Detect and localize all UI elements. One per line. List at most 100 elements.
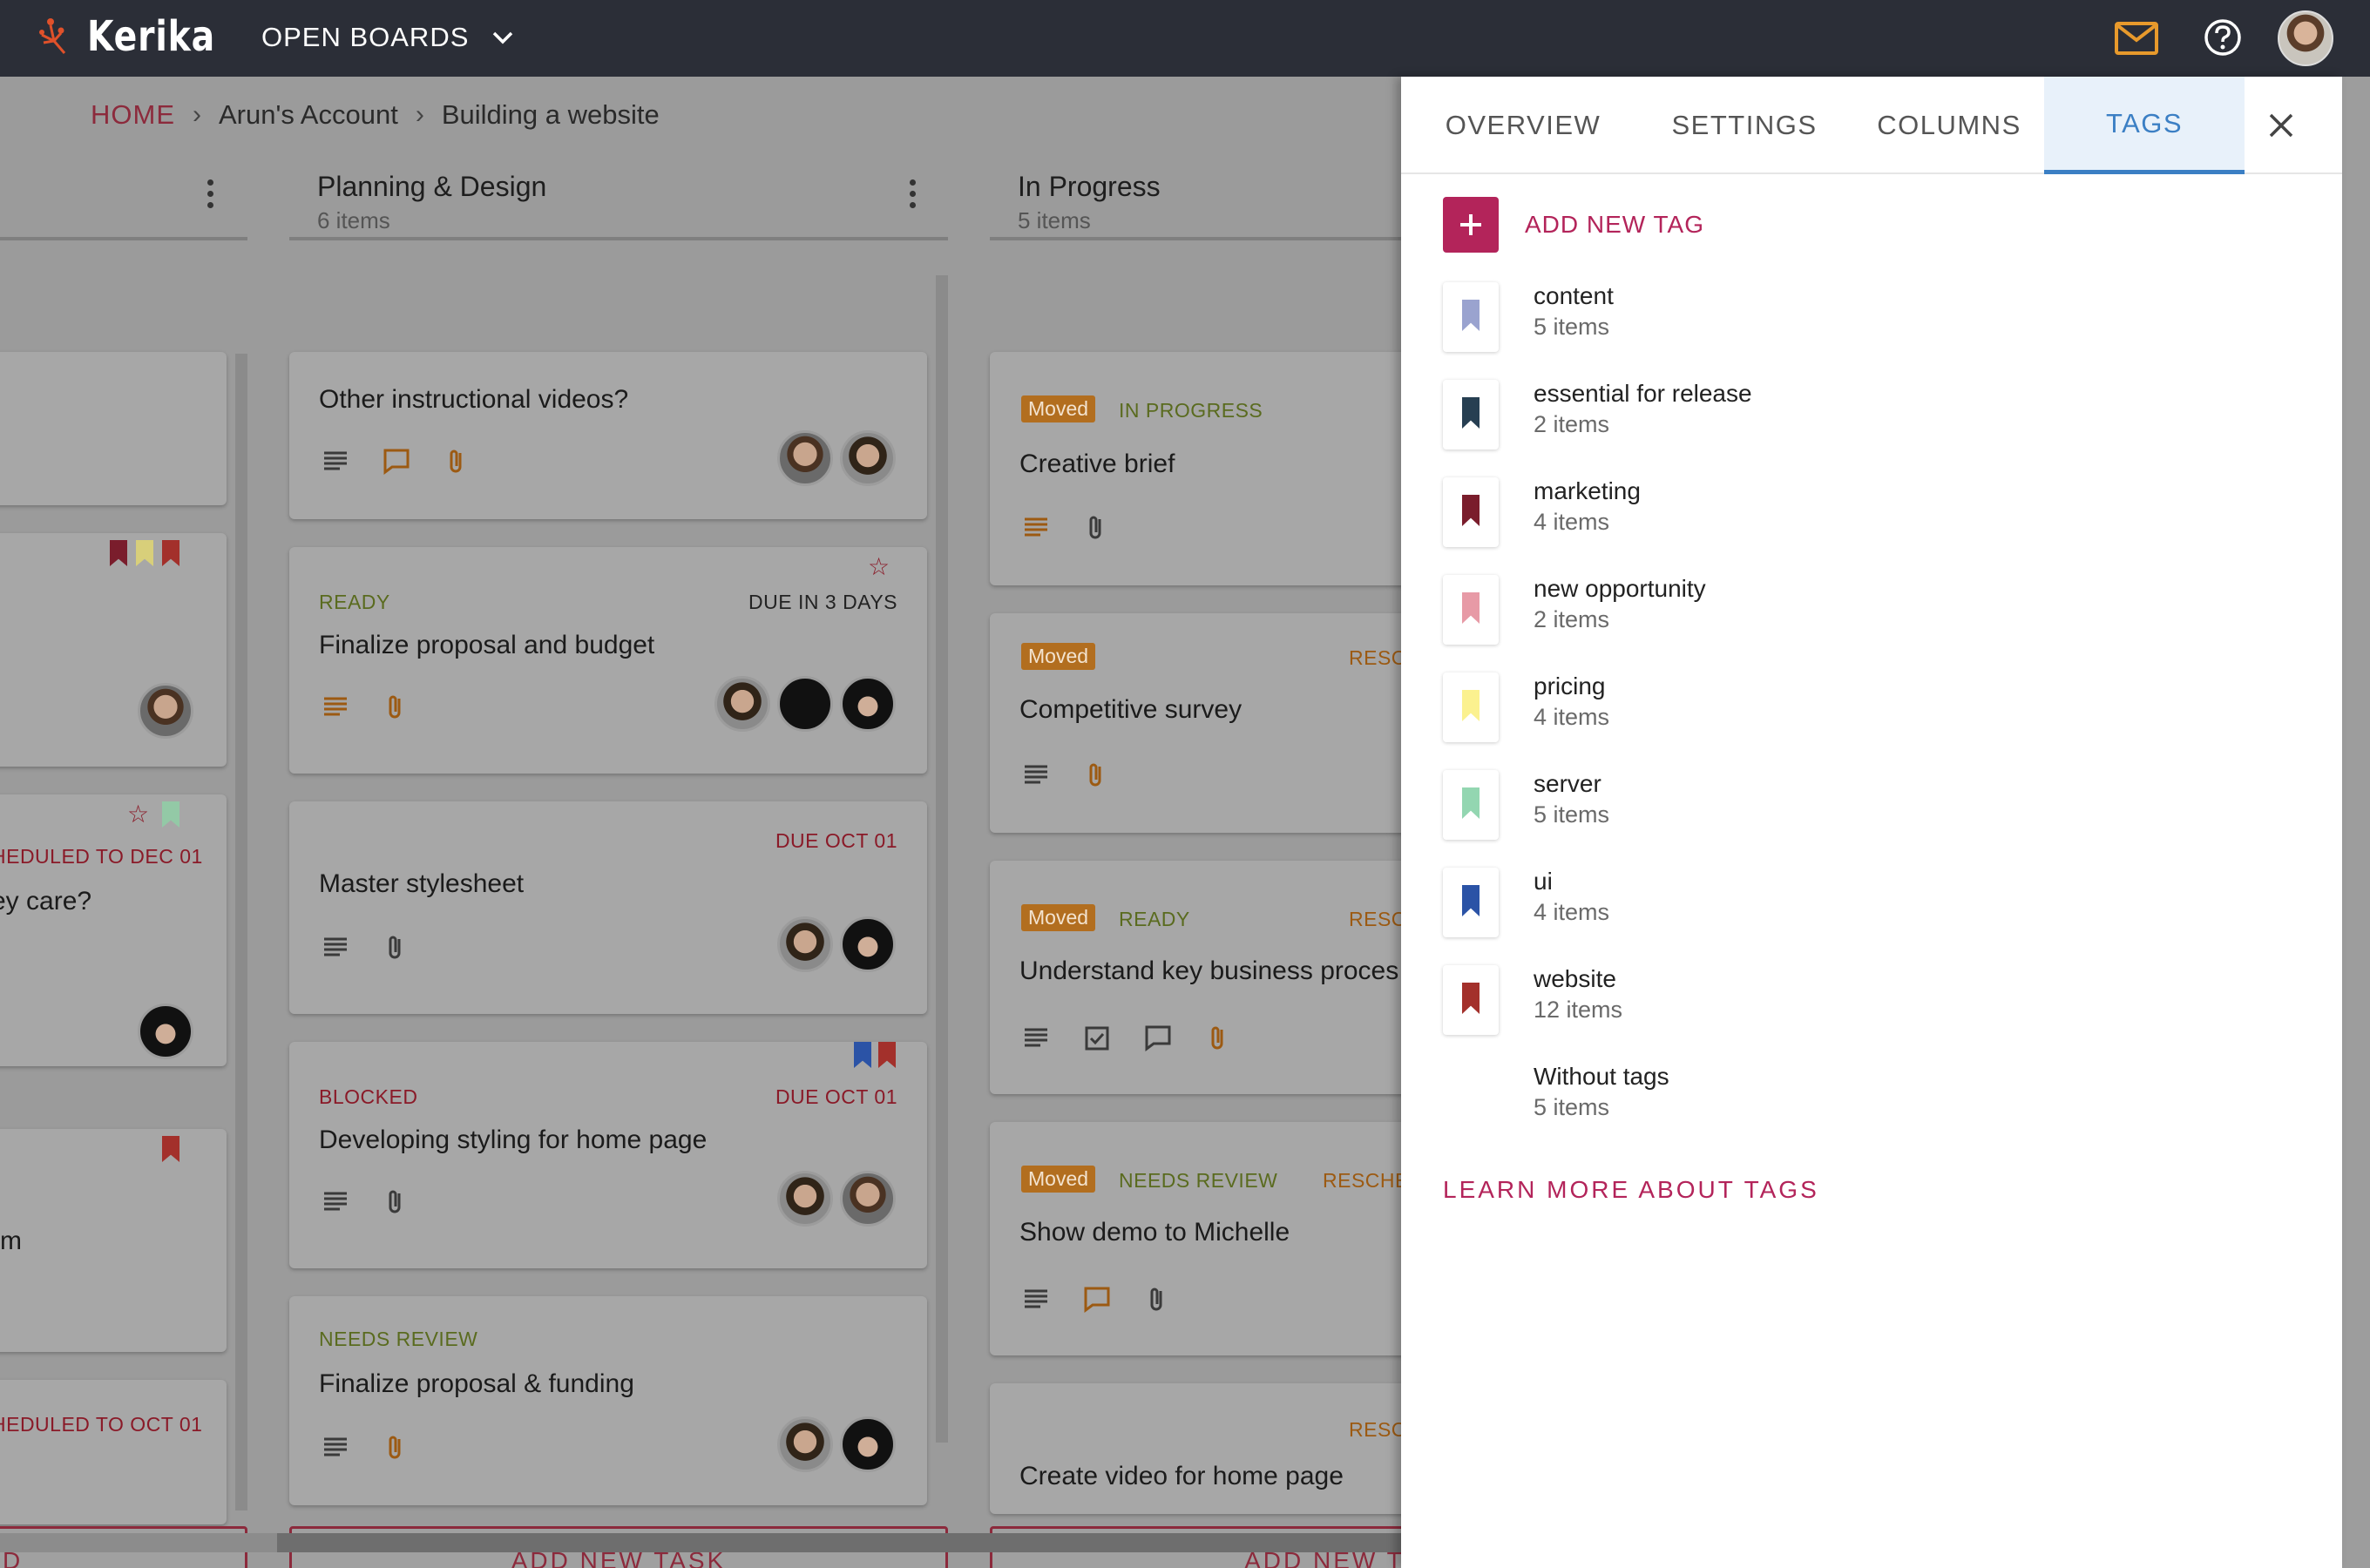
attachment-icon <box>1089 516 1101 539</box>
description-icon <box>324 451 347 470</box>
scrollbar-thumb[interactable] <box>277 1533 1403 1552</box>
breadcrumb-home[interactable]: HOME <box>91 99 175 131</box>
card-title: Other instructional videos? <box>319 385 629 414</box>
card-status: IN PROGRESS <box>1119 399 1263 422</box>
add-new-tag-label: ADD NEW TAG <box>1525 211 1704 238</box>
column-scrollbar[interactable] <box>936 275 948 1443</box>
mail-icon[interactable] <box>2114 21 2159 56</box>
moved-badge: Moved <box>1021 643 1096 670</box>
description-icon <box>324 1437 347 1456</box>
tag-count: 2 items <box>1534 606 1610 632</box>
card-title: Understand key business proces <box>1019 956 1399 985</box>
tab-tags[interactable]: TAGS <box>2044 77 2245 174</box>
task-card[interactable]: rm <box>0 1129 227 1352</box>
attachment-icon <box>389 936 401 959</box>
column-header <box>0 153 247 240</box>
card-reschedule: RESC <box>1349 1418 1406 1441</box>
tab-columns[interactable]: COLUMNS <box>1868 77 2030 174</box>
moved-badge: Moved <box>1021 395 1096 422</box>
card-title: Creative brief <box>1019 449 1175 478</box>
tag-swatch[interactable] <box>1443 477 1499 547</box>
attachment-icon <box>1211 1026 1223 1050</box>
attachment-icon <box>1150 1288 1162 1311</box>
task-card[interactable]: RESC Create video for home page <box>990 1383 1443 1514</box>
description-icon <box>324 1192 347 1211</box>
task-card[interactable]: Moved IN PROGRESS Creative brief <box>990 352 1443 585</box>
tag-row[interactable]: ui 4 items <box>1443 868 2227 946</box>
attachment-icon <box>450 449 462 473</box>
tag-swatch[interactable] <box>1443 380 1499 449</box>
task-card[interactable]: ☆ READY DUE IN 3 DAYS Finalize proposal … <box>289 547 927 774</box>
horizontal-scrollbar[interactable] <box>0 1533 1403 1552</box>
tag-row[interactable]: essential for release 2 items <box>1443 380 2227 458</box>
tag-swatch[interactable] <box>1443 868 1499 937</box>
close-icon[interactable] <box>2264 108 2299 143</box>
task-card[interactable] <box>0 533 227 767</box>
task-card[interactable]: Moved READY RESC Understand key business… <box>990 861 1443 1094</box>
panel-tabs: OVERVIEW SETTINGS COLUMNS TAGS <box>1401 77 2342 174</box>
tag-row[interactable]: marketing 4 items <box>1443 477 2227 556</box>
learn-more-link[interactable]: LEARN MORE ABOUT TAGS <box>1443 1176 1819 1204</box>
task-card[interactable]: ☆ HEDULED TO DEC 01 ey care? <box>0 794 227 1066</box>
tab-settings[interactable]: SETTINGS <box>1671 77 1818 174</box>
assignee-avatar <box>777 676 833 732</box>
help-icon[interactable] <box>2203 17 2243 57</box>
task-card[interactable]: NEEDS REVIEW Finalize proposal & funding <box>289 1296 927 1505</box>
moved-badge: Moved <box>1021 1166 1096 1193</box>
tag-row[interactable]: pricing 4 items <box>1443 672 2227 751</box>
column-title[interactable]: In Progress <box>1018 171 1161 203</box>
open-boards-label: OPEN BOARDS <box>261 22 470 52</box>
task-card[interactable] <box>0 352 227 505</box>
task-card[interactable]: BLOCKED DUE OCT 01 Developing styling fo… <box>289 1042 927 1268</box>
task-card[interactable]: HEDULED TO OCT 01 <box>0 1380 227 1524</box>
task-card[interactable]: Moved NEEDS REVIEW RESCHE Show demo to M… <box>990 1122 1443 1355</box>
star-icon[interactable]: ☆ <box>127 800 149 828</box>
description-icon <box>324 937 347 956</box>
assignee-avatar <box>138 683 193 739</box>
card-status: NEEDS REVIEW <box>1119 1169 1278 1192</box>
tag-row[interactable]: website 12 items <box>1443 965 2227 1044</box>
attachment-icon <box>389 1436 401 1459</box>
assignee-avatar <box>777 1416 833 1472</box>
tag-count: 4 items <box>1534 899 1610 925</box>
assignee-avatar <box>840 676 896 732</box>
tag-row[interactable]: new opportunity 2 items <box>1443 575 2227 653</box>
tag-count: 4 items <box>1534 704 1610 730</box>
column-title[interactable]: Planning & Design <box>317 171 546 203</box>
description-icon <box>1025 1289 1047 1308</box>
column-menu-icon[interactable] <box>910 179 918 213</box>
user-avatar[interactable] <box>2278 10 2333 66</box>
tag-count: 2 items <box>1534 411 1610 437</box>
tag-name: ui <box>1534 868 1553 895</box>
board-settings-panel: OVERVIEW SETTINGS COLUMNS TAGS ADD NEW T… <box>1401 77 2342 1568</box>
column-menu-icon[interactable] <box>207 179 216 213</box>
column-scrollbar[interactable] <box>235 354 247 1511</box>
tag-swatch[interactable] <box>1443 672 1499 742</box>
star-icon[interactable]: ☆ <box>868 552 890 581</box>
tab-overview[interactable]: OVERVIEW <box>1446 77 1600 174</box>
kerika-flower-icon <box>39 18 66 54</box>
plus-icon <box>1443 197 1499 253</box>
add-new-tag-button[interactable]: ADD NEW TAG <box>1443 197 1704 253</box>
task-card[interactable]: DUE OCT 01 Master stylesheet <box>289 801 927 1014</box>
description-icon <box>1025 765 1047 784</box>
attachment-icon <box>389 695 401 719</box>
tag-row[interactable]: content 5 items <box>1443 282 2227 361</box>
tag-swatch[interactable] <box>1443 282 1499 352</box>
breadcrumb-account[interactable]: Arun's Account <box>219 99 398 131</box>
tag-swatch[interactable] <box>1443 770 1499 840</box>
task-card[interactable]: Moved RESC Competitive survey <box>990 613 1443 833</box>
tag-swatch[interactable] <box>1443 575 1499 645</box>
kerika-logo[interactable]: Kerika <box>35 12 243 61</box>
tag-row[interactable]: Without tags 5 items <box>1443 1063 2227 1141</box>
board-edge <box>2342 77 2370 1568</box>
tag-swatch[interactable] <box>1443 965 1499 1035</box>
task-card[interactable]: Other instructional videos? <box>289 352 927 519</box>
bookmark-icon <box>1462 300 1480 331</box>
tag-count: 5 items <box>1534 801 1610 828</box>
card-title: Developing styling for home page <box>319 1125 708 1154</box>
open-boards-menu[interactable]: OPEN BOARDS <box>261 22 514 53</box>
tag-row[interactable]: server 5 items <box>1443 770 2227 848</box>
tag-bookmark-icon <box>878 1042 896 1068</box>
comment-icon <box>383 449 410 475</box>
